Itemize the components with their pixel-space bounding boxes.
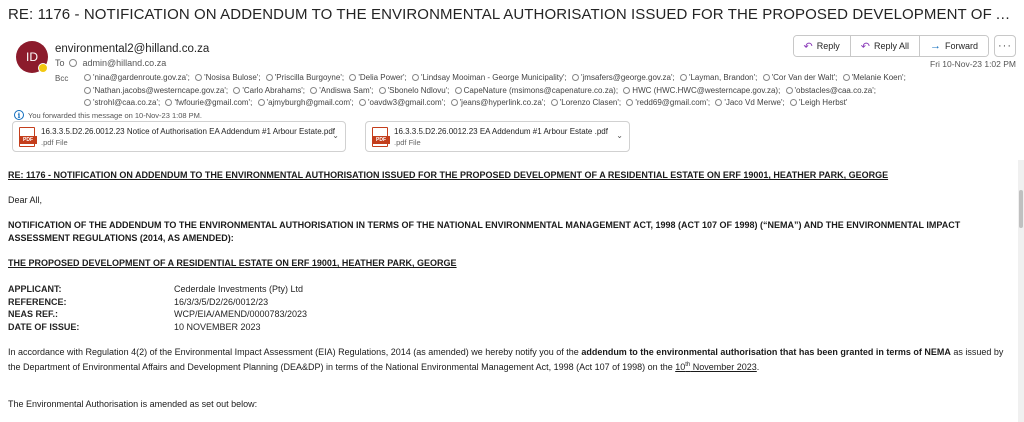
attachment-type: .pdf File [41, 137, 68, 147]
detail-row: DATE OF ISSUE: 10 NOVEMBER 2023 [8, 321, 261, 332]
recipient-status-icon [715, 99, 723, 106]
recipient-status-icon [626, 99, 634, 106]
pdf-file-icon [372, 126, 390, 147]
bcc-recipient[interactable]: 'nina@gardenroute.gov.za'; [84, 73, 190, 82]
greeting: Dear All, [8, 195, 43, 205]
chevron-down-icon[interactable]: ⌄ [332, 131, 339, 140]
recipient-status-icon [842, 74, 850, 81]
bcc-recipient[interactable]: 'Sbonelo Ndlovu'; [378, 86, 449, 95]
reply-all-button[interactable]: ↶ Reply All [850, 36, 920, 56]
forward-label: Forward [944, 41, 978, 51]
bcc-recipient[interactable]: 'Layman, Brandon'; [679, 73, 757, 82]
bcc-recipient[interactable]: 'Andiswa Sam'; [310, 86, 373, 95]
bcc-recipient[interactable]: 'strohl@caa.co.za'; [84, 98, 160, 107]
attachment-1[interactable]: 16.3.3.5.D2.26.0012.23 Notice of Authori… [12, 121, 346, 152]
bcc-recipient[interactable]: 'oavdw3@gmail.com'; [358, 98, 445, 107]
details-table: APPLICANT: Cederdale Investments (Pty) Lt… [8, 283, 307, 333]
email-subject: RE: 1176 - NOTIFICATION ON ADDENDUM TO T… [8, 6, 1016, 23]
bcc-recipient[interactable]: 'redd69@gmail.com'; [626, 98, 710, 107]
reply-all-icon: ↶ [860, 40, 870, 53]
reply-icon: ↶ [803, 40, 813, 53]
recipient-status-icon [358, 99, 366, 106]
project-heading: THE PROPOSED DEVELOPMENT OF A RESIDENTIA… [8, 258, 457, 268]
reply-button[interactable]: ↶ Reply [793, 36, 851, 56]
recipient-status-icon [349, 74, 357, 81]
bcc-recipient[interactable]: 'ajmyburgh@gmail.com'; [257, 98, 354, 107]
scrollbar-thumb[interactable] [1019, 190, 1023, 228]
recipient-status-icon [265, 74, 273, 81]
bcc-recipient[interactable]: 'Lorenzo Clasen'; [550, 98, 621, 107]
message-actions: ↶ Reply ↶ Reply All → Forward [792, 35, 989, 57]
recipient-status-icon [233, 86, 241, 94]
recipient-status-icon [571, 74, 579, 81]
bcc-recipient[interactable]: 'Melanie Koen'; [842, 73, 906, 82]
bcc-recipient[interactable]: 'fwfourie@gmail.com'; [165, 98, 252, 107]
body-heading: RE: 1176 - NOTIFICATION ON ADDENDUM TO T… [8, 170, 889, 180]
detail-row: NEAS REF.: WCP/EIA/AMEND/0000783/2023 [8, 309, 308, 319]
paragraph-2: The Environmental Authorisation is amend… [8, 399, 258, 409]
notice-heading: NOTIFICATION OF THE ADDENDUM TO THE ENVI… [8, 220, 961, 243]
bcc-recipient[interactable]: HWC (HWC.HWC@westerncape.gov.za); [623, 86, 780, 95]
detail-row: REFERENCE: 16/3/3/5/D2/26/0012/23 [8, 296, 269, 307]
recipient-status-icon [411, 74, 419, 81]
attachment-2[interactable]: 16.3.3.5.D2.26.0012.23 EA Addendum #1 Ar… [365, 121, 630, 152]
chevron-down-icon[interactable]: ⌄ [616, 131, 623, 140]
recipient-status-icon [310, 86, 318, 94]
attachment-name: 16.3.3.5.D2.26.0012.23 EA Addendum #1 Ar… [394, 126, 608, 136]
forward-info-text: You forwarded this message on 10-Nov-23 … [28, 110, 202, 120]
recipient-status-icon [84, 99, 91, 106]
reply-label: Reply [816, 41, 840, 51]
bcc-recipient[interactable]: 'Delia Power'; [349, 73, 407, 82]
recipient-status-icon [550, 99, 558, 106]
bcc-recipient[interactable]: 'Jaco Vd Merwe'; [715, 98, 785, 107]
recipient-status-icon [257, 99, 265, 106]
recipient-status-icon [68, 59, 77, 67]
to-row: To admin@hilland.co.za [55, 58, 166, 68]
recipient-status-icon [165, 99, 173, 106]
to-label: To [55, 58, 65, 68]
paragraph-1: In accordance with Regulation 4(2) of th… [8, 347, 1004, 372]
message-date: Fri 10-Nov-23 1:02 PM [930, 59, 1016, 69]
bcc-label: Bcc [55, 74, 69, 83]
bcc-recipient[interactable]: 'Carlo Abrahams'; [233, 86, 305, 95]
pdf-file-icon [19, 126, 37, 147]
reply-all-label: Reply All [873, 41, 909, 51]
recipient-status-icon [762, 74, 770, 81]
to-recipient[interactable]: admin@hilland.co.za [83, 58, 167, 68]
bcc-recipient[interactable]: 'Leigh Herbst' [789, 98, 847, 107]
recipient-status-icon [195, 74, 203, 81]
sender-address[interactable]: environmental2@hilland.co.za [55, 43, 209, 55]
recipient-status-icon [378, 86, 386, 94]
bcc-recipient[interactable]: 'jmsafers@george.gov.za'; [571, 73, 675, 82]
attachment-name: 16.3.3.5.D2.26.0012.23 Notice of Authori… [41, 126, 335, 136]
bcc-recipient[interactable]: 'obstacles@caa.co.za'; [785, 86, 876, 95]
bcc-recipient[interactable]: 'Priscilla Burgoyne'; [265, 73, 344, 82]
bcc-recipient[interactable]: 'Lindsay Mooiman - George Municipality'; [411, 73, 567, 82]
detail-row: APPLICANT: Cederdale Investments (Pty) Lt… [8, 284, 304, 294]
recipient-status-icon [785, 86, 793, 94]
bcc-recipient[interactable]: 'jeans@hyperlink.co.za'; [450, 98, 546, 107]
more-actions-button[interactable]: ··· [994, 35, 1016, 57]
recipient-status-icon [450, 99, 458, 106]
forward-icon: → [929, 40, 941, 52]
recipient-status-icon [454, 86, 462, 94]
bcc-recipient[interactable]: 'Nathan.jacobs@westerncape.gov.za'; [84, 86, 228, 95]
forward-info: i You forwarded this message on 10-Nov-2… [14, 110, 202, 120]
attachment-type: .pdf File [394, 137, 421, 147]
recipient-status-icon [679, 74, 687, 81]
bcc-recipient[interactable]: 'Nosisa Bulose'; [195, 73, 261, 82]
recipient-status-icon [84, 86, 91, 94]
info-icon: i [14, 110, 24, 120]
recipient-status-icon [623, 86, 631, 94]
bcc-recipient[interactable]: 'Cor Van der Walt'; [762, 73, 837, 82]
forward-button[interactable]: → Forward [919, 36, 988, 56]
bcc-recipient[interactable]: CapeNature (msimons@capenature.co.za); [454, 86, 618, 95]
presence-icon [38, 63, 48, 73]
recipient-status-icon [84, 74, 91, 81]
bcc-list: 'nina@gardenroute.gov.za'; 'Nosisa Bulos… [84, 72, 954, 110]
recipient-status-icon [789, 99, 797, 106]
